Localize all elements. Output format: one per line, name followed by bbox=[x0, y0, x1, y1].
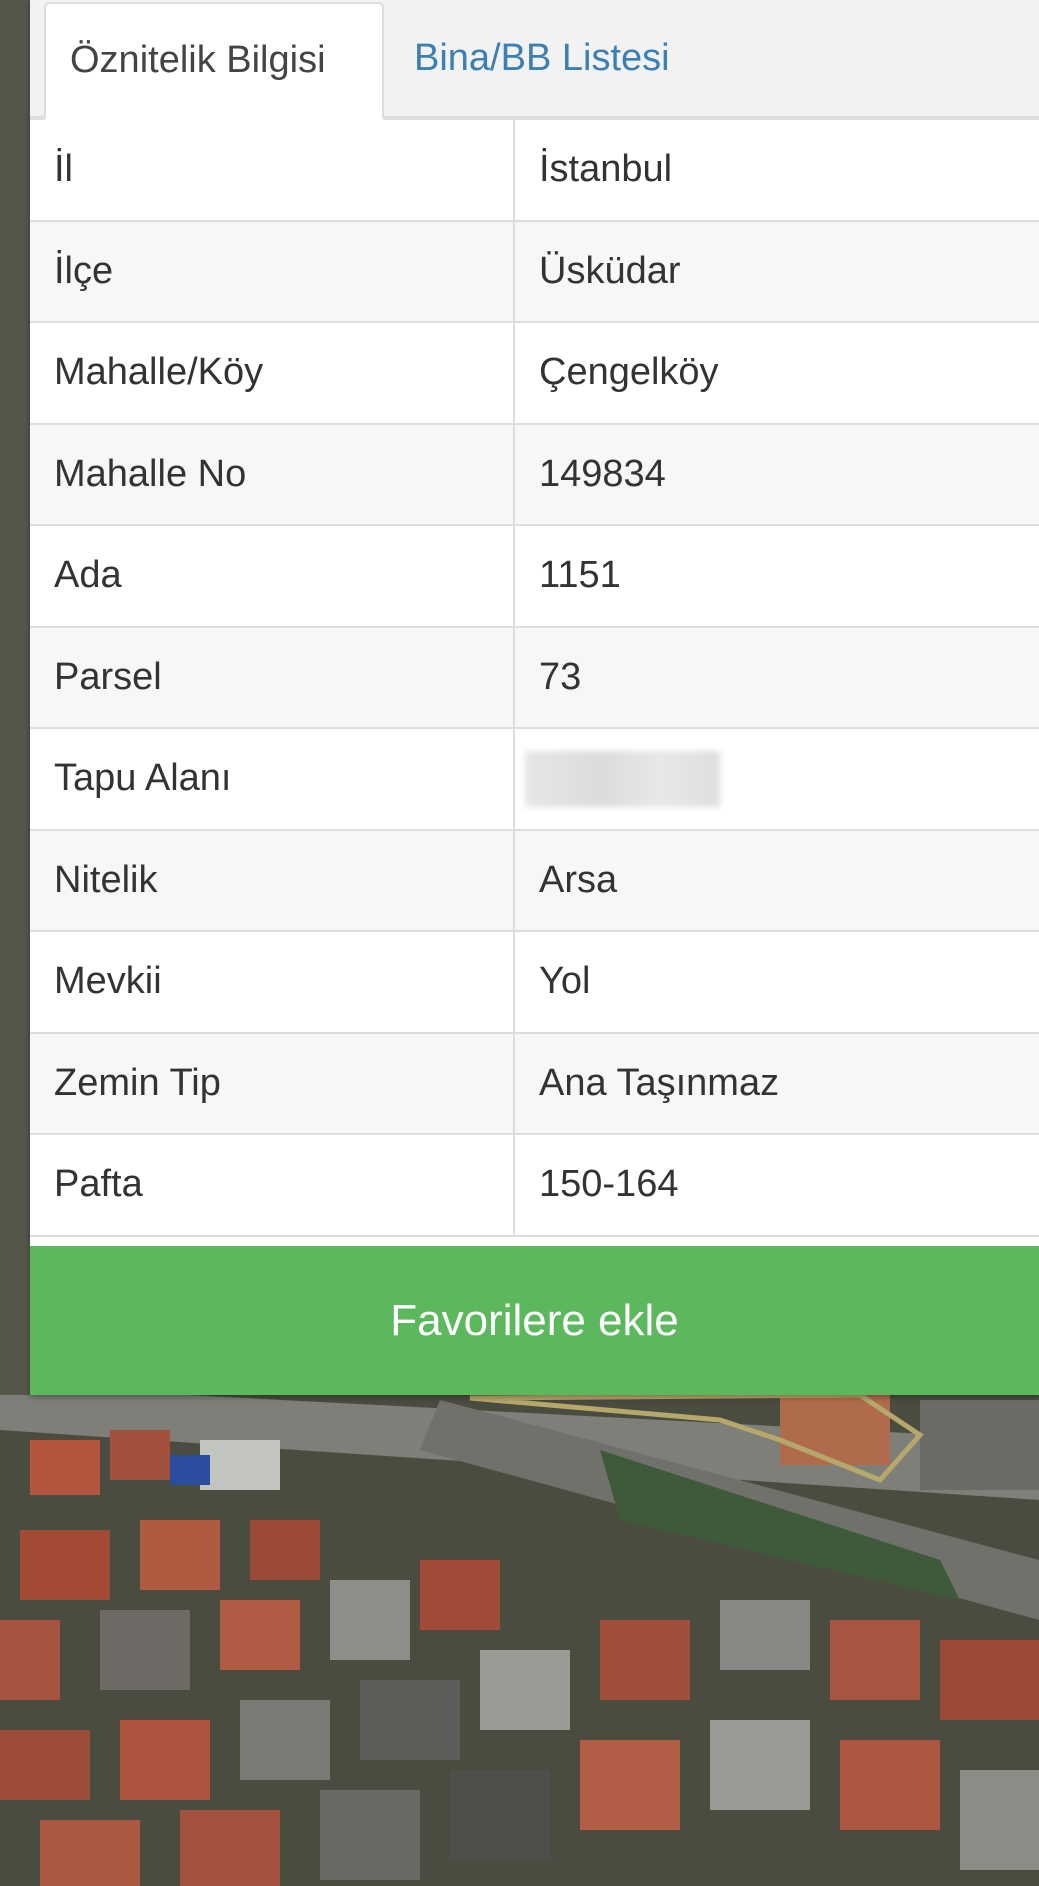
table-row: İl İstanbul bbox=[30, 118, 1039, 222]
attr-key-mahalle-koy: Mahalle/Köy bbox=[30, 321, 515, 425]
attr-value-ilce: Üsküdar bbox=[514, 219, 1039, 323]
attr-key-pafta: Pafta bbox=[30, 1133, 515, 1237]
attr-key-parsel: Parsel bbox=[30, 625, 515, 729]
attr-value-tapu-alani bbox=[514, 727, 1039, 831]
tab-attribute-info[interactable]: Öznitelik Bilgisi bbox=[44, 2, 384, 120]
table-row: Nitelik Arsa bbox=[30, 828, 1039, 932]
table-row: İlçe Üsküdar bbox=[30, 219, 1039, 323]
table-row: Ada 1151 bbox=[30, 524, 1039, 628]
add-to-favorites-button[interactable]: Favorilere ekle bbox=[30, 1246, 1039, 1395]
redacted-value bbox=[525, 750, 720, 807]
attr-value-parsel: 73 bbox=[514, 625, 1039, 729]
table-row: Parsel 73 bbox=[30, 625, 1039, 729]
tab-bar: Öznitelik Bilgisi Bina/BB Listesi bbox=[30, 0, 1039, 120]
table-row: Mevkii Yol bbox=[30, 930, 1039, 1034]
attr-value-ada: 1151 bbox=[514, 524, 1039, 628]
attr-key-ilce: İlçe bbox=[30, 219, 515, 323]
attr-key-nitelik: Nitelik bbox=[30, 828, 515, 932]
attr-key-ada: Ada bbox=[30, 524, 515, 628]
attr-value-il: İstanbul bbox=[514, 118, 1039, 222]
table-row: Pafta 150-164 bbox=[30, 1133, 1039, 1237]
table-row: Zemin Tip Ana Taşınmaz bbox=[30, 1031, 1039, 1135]
attr-key-mevkii: Mevkii bbox=[30, 930, 515, 1034]
table-row: Mahalle No 149834 bbox=[30, 422, 1039, 526]
attr-value-nitelik: Arsa bbox=[514, 828, 1039, 932]
table-row: Mahalle/Köy Çengelköy bbox=[30, 321, 1039, 425]
attr-key-tapu-alani: Tapu Alanı bbox=[30, 727, 515, 831]
table-row: Tapu Alanı bbox=[30, 727, 1039, 831]
attr-value-zemin-tip: Ana Taşınmaz bbox=[514, 1031, 1039, 1135]
attr-value-mahalle-no: 149834 bbox=[514, 422, 1039, 526]
tab-building-list[interactable]: Bina/BB Listesi bbox=[390, 2, 694, 118]
attribute-table: İl İstanbul İlçe Üsküdar Mahalle/Köy Çen… bbox=[30, 118, 1039, 1237]
attr-key-zemin-tip: Zemin Tip bbox=[30, 1031, 515, 1135]
attr-key-mahalle-no: Mahalle No bbox=[30, 422, 515, 526]
parcel-info-panel: Öznitelik Bilgisi Bina/BB Listesi İl İst… bbox=[30, 0, 1039, 1395]
attr-value-pafta: 150-164 bbox=[514, 1133, 1039, 1237]
attr-key-il: İl bbox=[30, 118, 515, 222]
attr-value-mahalle-koy: Çengelköy bbox=[514, 321, 1039, 425]
attr-value-mevkii: Yol bbox=[514, 930, 1039, 1034]
